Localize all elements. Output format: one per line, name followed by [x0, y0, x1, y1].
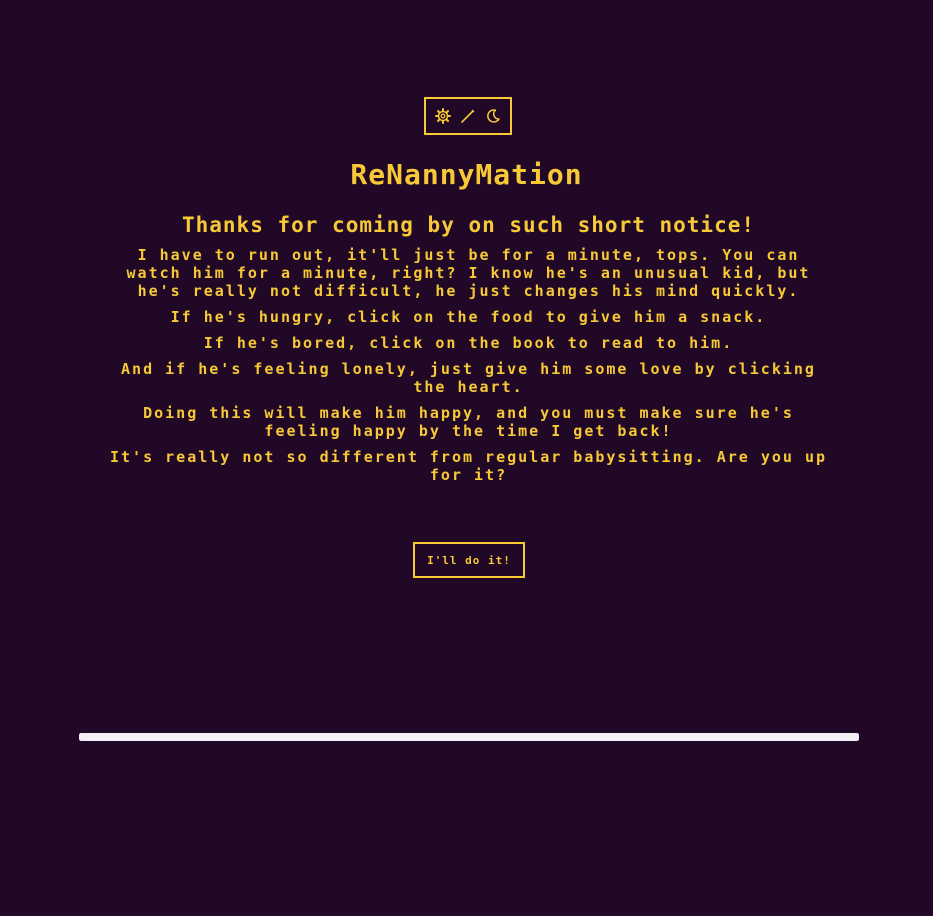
- toolbar: [424, 97, 512, 135]
- intro-paragraph: Doing this will make him happy, and you …: [143, 404, 794, 440]
- gear-icon[interactable]: [432, 105, 454, 127]
- wand-icon[interactable]: [457, 105, 479, 127]
- accept-button[interactable]: I'll do it!: [413, 542, 525, 578]
- intro-heading: Thanks for coming by on such short notic…: [181, 213, 755, 237]
- moon-icon[interactable]: [482, 105, 504, 127]
- progress-bar: [79, 733, 859, 741]
- intro-paragraph: If he's hungry, click on the food to giv…: [170, 308, 767, 326]
- intro-paragraph: If he's bored, click on the book to read…: [203, 334, 734, 352]
- intro-paragraph: I have to run out, it'll just be for a m…: [126, 246, 811, 300]
- intro-paragraph: And if he's feeling lonely, just give hi…: [121, 360, 816, 396]
- intro-paragraph: It's really not so different from regula…: [110, 448, 827, 484]
- page-title: ReNannyMation: [350, 158, 583, 191]
- intro-content: Thanks for coming by on such short notic…: [105, 212, 832, 492]
- progress-fill: [79, 733, 859, 741]
